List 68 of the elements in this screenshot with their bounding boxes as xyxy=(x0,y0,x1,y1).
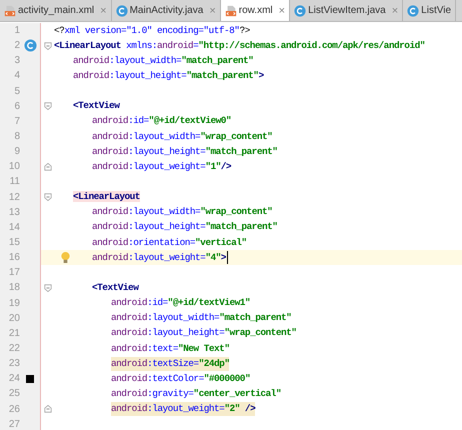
line-number: 15 xyxy=(8,237,20,248)
class-icon[interactable] xyxy=(24,39,36,52)
editor-tab[interactable]: ListVie xyxy=(403,0,456,21)
code-line: android:orientation="vertical" xyxy=(92,236,247,250)
line-number: 5 xyxy=(13,86,20,97)
line-number: 14 xyxy=(8,222,20,233)
line-number: 7 xyxy=(13,116,20,127)
code-line: android:layout_width="match_parent" xyxy=(111,311,292,326)
editor-tab[interactable]: ListViewItem.java × xyxy=(290,0,404,21)
code-line: android:text="New Text" xyxy=(111,342,230,356)
lightbulb-icon[interactable] xyxy=(60,251,71,264)
code-line: android:gravity="center_vertical" xyxy=(111,386,281,401)
editor-tab[interactable]: activity_main.xml × xyxy=(0,0,112,21)
code-line: <?xml version="1.0" encoding="utf-8"?> xyxy=(54,24,250,38)
line-number: 18 xyxy=(8,282,20,294)
class-icon xyxy=(116,4,128,16)
line-number: 10 xyxy=(8,161,20,172)
editor-tab[interactable]: row.xml × xyxy=(220,0,290,21)
code-line: android:id="@+id/textView0" xyxy=(92,114,232,128)
fold-end-icon[interactable] xyxy=(44,162,52,171)
code-line: android:layout_width="match_parent" xyxy=(73,54,254,68)
code-line: android:layout_weight="4"> xyxy=(92,250,226,265)
code-line: <LinearLayout xmlns:android="http://schemas.android.com/apk/res/android" xyxy=(54,38,425,53)
code-line: android:id="@+id/textView1" xyxy=(111,296,250,310)
fold-icon[interactable] xyxy=(44,284,52,292)
line-number: 13 xyxy=(8,206,20,218)
line-number: 23 xyxy=(8,358,20,370)
line-number: 21 xyxy=(8,328,20,339)
code-line: android:textColor="#000000" xyxy=(111,372,250,386)
line-number: 20 xyxy=(8,312,20,324)
code-line: android:layout_height="match_parent" xyxy=(92,144,278,159)
line-number: 17 xyxy=(8,267,20,278)
fold-icon[interactable] xyxy=(44,193,52,202)
line-number: 27 xyxy=(8,418,20,430)
line-number: 2 xyxy=(13,40,20,52)
fold-icon[interactable] xyxy=(44,102,52,110)
line-number: 26 xyxy=(8,404,20,415)
line-number: 25 xyxy=(8,388,20,400)
line-number: 11 xyxy=(8,176,20,188)
line-number: 12 xyxy=(8,192,20,203)
close-icon[interactable]: × xyxy=(278,4,286,16)
code-line: <TextView xyxy=(92,280,138,295)
line-number: 3 xyxy=(13,55,20,66)
line-number: 22 xyxy=(8,343,20,354)
line-number: 9 xyxy=(13,146,20,158)
line-number: 24 xyxy=(8,373,20,384)
class-icon xyxy=(407,4,420,16)
xml-file-icon xyxy=(4,4,16,16)
line-number: 6 xyxy=(13,100,20,112)
code-line: android:layout_height="wrap_content" xyxy=(111,326,296,340)
code-line: android:layout_width="wrap_content" xyxy=(92,205,272,220)
code-line: android:layout_height="match_parent" xyxy=(92,220,278,234)
line-number: 19 xyxy=(8,298,20,309)
fold-icon[interactable] xyxy=(44,42,52,50)
code-line: android:layout_width="wrap_content" xyxy=(92,130,272,144)
xml-file-icon xyxy=(224,4,237,16)
line-number: 4 xyxy=(13,70,20,82)
code-line: <TextView xyxy=(73,99,120,114)
line-number: 1 xyxy=(13,25,20,36)
fold-end-icon[interactable] xyxy=(44,405,52,414)
line-number: 8 xyxy=(13,131,20,142)
line-number: 16 xyxy=(8,252,20,264)
class-icon xyxy=(294,4,306,16)
text-cursor xyxy=(226,251,228,264)
editor-tab[interactable]: MainActivity.java × xyxy=(112,0,221,21)
code-line: android:layout_height="match_parent"> xyxy=(73,68,264,83)
color-swatch[interactable] xyxy=(26,374,34,383)
code-line: android:layout_weight="1"/> xyxy=(92,160,232,174)
